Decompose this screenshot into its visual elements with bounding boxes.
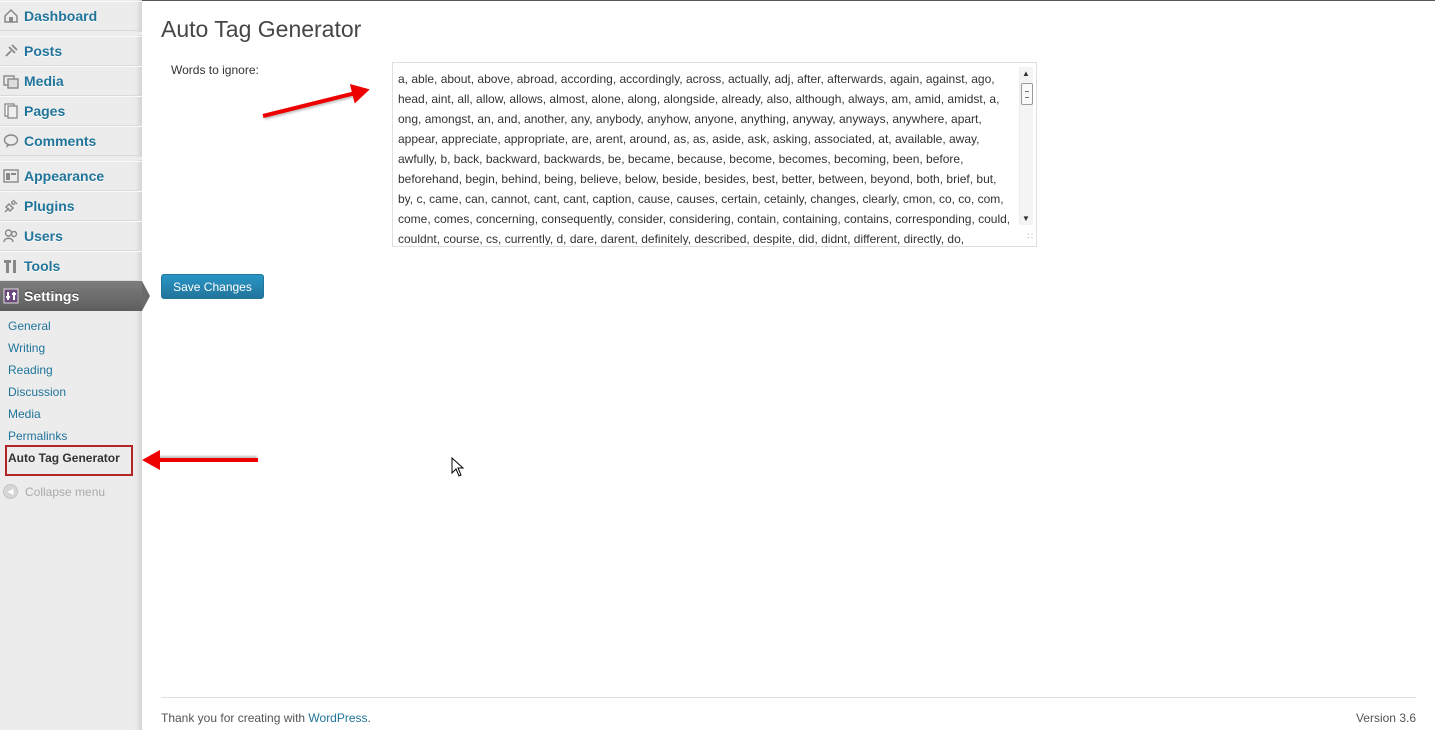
collapse-arrow-icon: ◀	[3, 484, 18, 499]
sidebar-item-appearance[interactable]: Appearance	[0, 161, 142, 191]
collapse-menu-button[interactable]: ◀ Collapse menu	[3, 484, 105, 499]
words-to-ignore-value[interactable]: a, able, about, above, abroad, according…	[398, 69, 1013, 245]
scroll-thumb[interactable]	[1021, 83, 1033, 105]
plug-icon	[3, 198, 19, 214]
comment-icon	[3, 133, 19, 149]
sidebar-item-settings[interactable]: Settings	[0, 281, 150, 311]
sidebar-item-label: Pages	[24, 103, 66, 119]
submenu-permalinks[interactable]: Permalinks	[8, 429, 67, 443]
page-title: Auto Tag Generator	[161, 16, 362, 42]
sidebar-item-media[interactable]: Media	[0, 66, 142, 96]
settings-icon	[3, 288, 19, 304]
admin-bar-edge	[142, 0, 1435, 1]
users-icon	[3, 228, 19, 244]
sidebar-item-label: Plugins	[24, 198, 75, 214]
tools-icon	[3, 258, 19, 274]
sidebar-item-label: Posts	[24, 43, 63, 59]
submenu-reading[interactable]: Reading	[8, 363, 53, 377]
sidebar-item-label: Users	[24, 228, 63, 244]
wordpress-link[interactable]: WordPress	[308, 711, 367, 725]
sidebar-item-label: Settings	[24, 288, 80, 304]
scroll-up-icon[interactable]: ▲	[1022, 69, 1030, 78]
admin-sidebar: Dashboard Posts Media Pages Comments App…	[0, 0, 150, 730]
collapse-menu-label: Collapse menu	[25, 484, 106, 499]
sidebar-item-pages[interactable]: Pages	[0, 96, 142, 126]
scroll-down-icon[interactable]: ▼	[1022, 214, 1030, 223]
sidebar-item-posts[interactable]: Posts	[0, 36, 142, 66]
sidebar-item-dashboard[interactable]: Dashboard	[0, 1, 142, 31]
submenu-general[interactable]: General	[8, 319, 51, 333]
mouse-cursor-icon	[451, 457, 465, 477]
footer-thanks-prefix: Thank you for creating with	[161, 711, 309, 725]
submenu-discussion[interactable]: Discussion	[8, 385, 66, 399]
sidebar-item-label: Comments	[24, 133, 97, 149]
media-icon	[3, 73, 19, 89]
words-to-ignore-textarea[interactable]: a, able, about, above, abroad, according…	[392, 62, 1037, 247]
submenu-writing[interactable]: Writing	[8, 341, 45, 355]
pin-icon	[3, 43, 19, 59]
footer-thanks: Thank you for creating with WordPress.	[161, 711, 371, 725]
sidebar-item-comments[interactable]: Comments	[0, 126, 142, 156]
annotation-arrow-menu	[158, 458, 258, 462]
sidebar-item-plugins[interactable]: Plugins	[0, 191, 142, 221]
submenu-media[interactable]: Media	[8, 407, 41, 421]
annotation-highlight-box	[5, 445, 133, 476]
textarea-scrollbar[interactable]: ▲ ▼	[1019, 67, 1033, 225]
save-changes-button[interactable]: Save Changes	[161, 274, 264, 299]
annotation-arrow-textarea	[262, 91, 355, 118]
words-to-ignore-label: Words to ignore:	[171, 63, 259, 77]
sidebar-item-users[interactable]: Users	[0, 221, 142, 251]
footer-version: Version 3.6	[1355, 711, 1416, 725]
sidebar-item-label: Dashboard	[24, 8, 98, 24]
sidebar-item-label: Appearance	[24, 168, 105, 184]
footer-thanks-suffix: .	[367, 711, 371, 725]
sidebar-item-label: Tools	[24, 258, 61, 274]
appearance-icon	[3, 168, 19, 184]
resize-handle-icon[interactable]: ∷	[1027, 231, 1033, 242]
sidebar-item-label: Media	[24, 73, 64, 89]
dashboard-icon	[3, 8, 19, 24]
pages-icon	[3, 103, 19, 119]
sidebar-item-tools[interactable]: Tools	[0, 251, 142, 281]
footer-divider	[161, 697, 1416, 698]
